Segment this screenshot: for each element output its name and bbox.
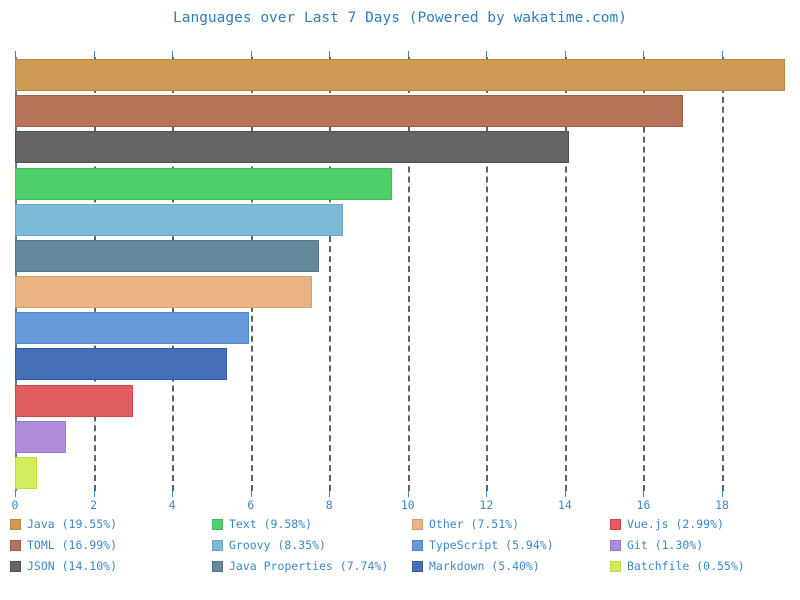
bar-git <box>15 420 67 453</box>
legend-item-typescript[interactable]: TypeScript (5.94%) <box>412 539 554 552</box>
legend-swatch-icon <box>412 519 423 530</box>
legend-swatch-icon <box>10 561 21 572</box>
legend-item-markdown[interactable]: Markdown (5.40%) <box>412 560 540 573</box>
legend-item-label: Markdown (5.40%) <box>429 559 540 573</box>
tick-mark-bottom-2 <box>93 491 95 497</box>
tick-mark-bottom-16 <box>643 491 645 497</box>
legend-item-json[interactable]: JSON (14.10%) <box>10 560 117 573</box>
legend-item-label: Groovy (8.35%) <box>229 538 326 552</box>
legend-item-java-properties[interactable]: Java Properties (7.74%) <box>212 560 388 573</box>
bar-java-properties <box>15 239 320 272</box>
x-tick-label-6: 6 <box>247 498 255 512</box>
bar-vue-js <box>15 384 133 417</box>
tick-mark-bottom-6 <box>250 491 252 497</box>
tick-mark-top-12 <box>486 51 488 57</box>
legend-item-label: Other (7.51%) <box>429 517 520 531</box>
legend-swatch-icon <box>610 540 621 551</box>
legend-swatch-icon <box>10 540 21 551</box>
legend-item-label: Text (9.58%) <box>229 517 313 531</box>
languages-bar-chart: Languages over Last 7 Days (Powered by w… <box>0 0 800 600</box>
tick-mark-bottom-14 <box>564 491 566 497</box>
legend-swatch-icon <box>610 561 621 572</box>
bar-json <box>15 131 569 164</box>
legend-item-git[interactable]: Git (1.30%) <box>610 539 703 552</box>
x-tick-label-2: 2 <box>90 498 98 512</box>
legend-item-label: TypeScript (5.94%) <box>429 538 554 552</box>
tick-mark-bottom-0 <box>15 491 16 497</box>
page-title: Languages over Last 7 Days (Powered by w… <box>173 10 627 26</box>
tick-mark-bottom-10 <box>407 491 409 497</box>
legend-swatch-icon <box>212 561 223 572</box>
tick-mark-bottom-4 <box>172 491 174 497</box>
tick-mark-top-18 <box>722 51 724 57</box>
x-tick-label-4: 4 <box>168 498 176 512</box>
x-tick-label-14: 14 <box>557 498 572 512</box>
tick-mark-top-6 <box>250 51 252 57</box>
bar-java <box>15 59 785 92</box>
bar-typescript <box>15 312 249 345</box>
legend: Java (19.55%) TOML (16.99%) JSON (14.10%) T… <box>0 518 800 588</box>
legend-swatch-icon <box>212 519 223 530</box>
legend-item-vue-js[interactable]: Vue.js (2.99%) <box>610 518 724 531</box>
bar-other <box>15 276 312 309</box>
legend-item-java[interactable]: Java (19.55%) <box>10 518 117 531</box>
gridline-18 <box>722 57 725 491</box>
legend-swatch-icon <box>412 540 423 551</box>
tick-mark-bottom-8 <box>329 491 331 497</box>
legend-item-toml[interactable]: TOML (16.99%) <box>10 539 117 552</box>
legend-swatch-icon <box>10 519 21 530</box>
tick-mark-top-4 <box>172 51 174 57</box>
legend-item-label: TOML (16.99%) <box>27 538 118 552</box>
legend-item-label: Java (19.55%) <box>27 517 118 531</box>
x-tick-label-16: 16 <box>636 498 651 512</box>
legend-item-label: JSON (14.10%) <box>27 559 118 573</box>
x-tick-label-0: 0 <box>11 498 19 512</box>
bar-markdown <box>15 348 228 381</box>
legend-item-groovy[interactable]: Groovy (8.35%) <box>212 539 326 552</box>
tick-mark-top-2 <box>93 51 95 57</box>
legend-item-label: Git (1.30%) <box>627 538 704 552</box>
tick-mark-top-14 <box>564 51 566 57</box>
x-tick-label-10: 10 <box>400 498 415 512</box>
tick-mark-top-0 <box>15 51 16 57</box>
tick-mark-top-8 <box>329 51 331 57</box>
x-tick-label-8: 8 <box>325 498 333 512</box>
x-tick-label-18: 18 <box>715 498 729 512</box>
legend-item-label: Java Properties (7.74%) <box>229 559 389 573</box>
tick-mark-bottom-18 <box>722 491 724 497</box>
tick-mark-top-16 <box>643 51 645 57</box>
legend-swatch-icon <box>212 540 223 551</box>
tick-mark-bottom-12 <box>486 491 488 497</box>
x-tick-label-12: 12 <box>479 498 494 512</box>
bar-toml <box>15 95 683 128</box>
bar-groovy <box>15 203 343 236</box>
legend-item-label: Vue.js (2.99%) <box>627 517 724 531</box>
legend-swatch-icon <box>412 561 423 572</box>
legend-item-label: Batchfile (0.55%) <box>627 559 745 573</box>
bar-text <box>15 167 393 200</box>
bar-batchfile <box>15 456 37 489</box>
legend-swatch-icon <box>610 519 621 530</box>
tick-mark-top-10 <box>407 51 409 57</box>
plot-area <box>15 57 785 491</box>
legend-item-other[interactable]: Other (7.51%) <box>412 518 519 531</box>
legend-item-text[interactable]: Text (9.58%) <box>212 518 312 531</box>
legend-item-batchfile[interactable]: Batchfile (0.55%) <box>610 560 745 573</box>
